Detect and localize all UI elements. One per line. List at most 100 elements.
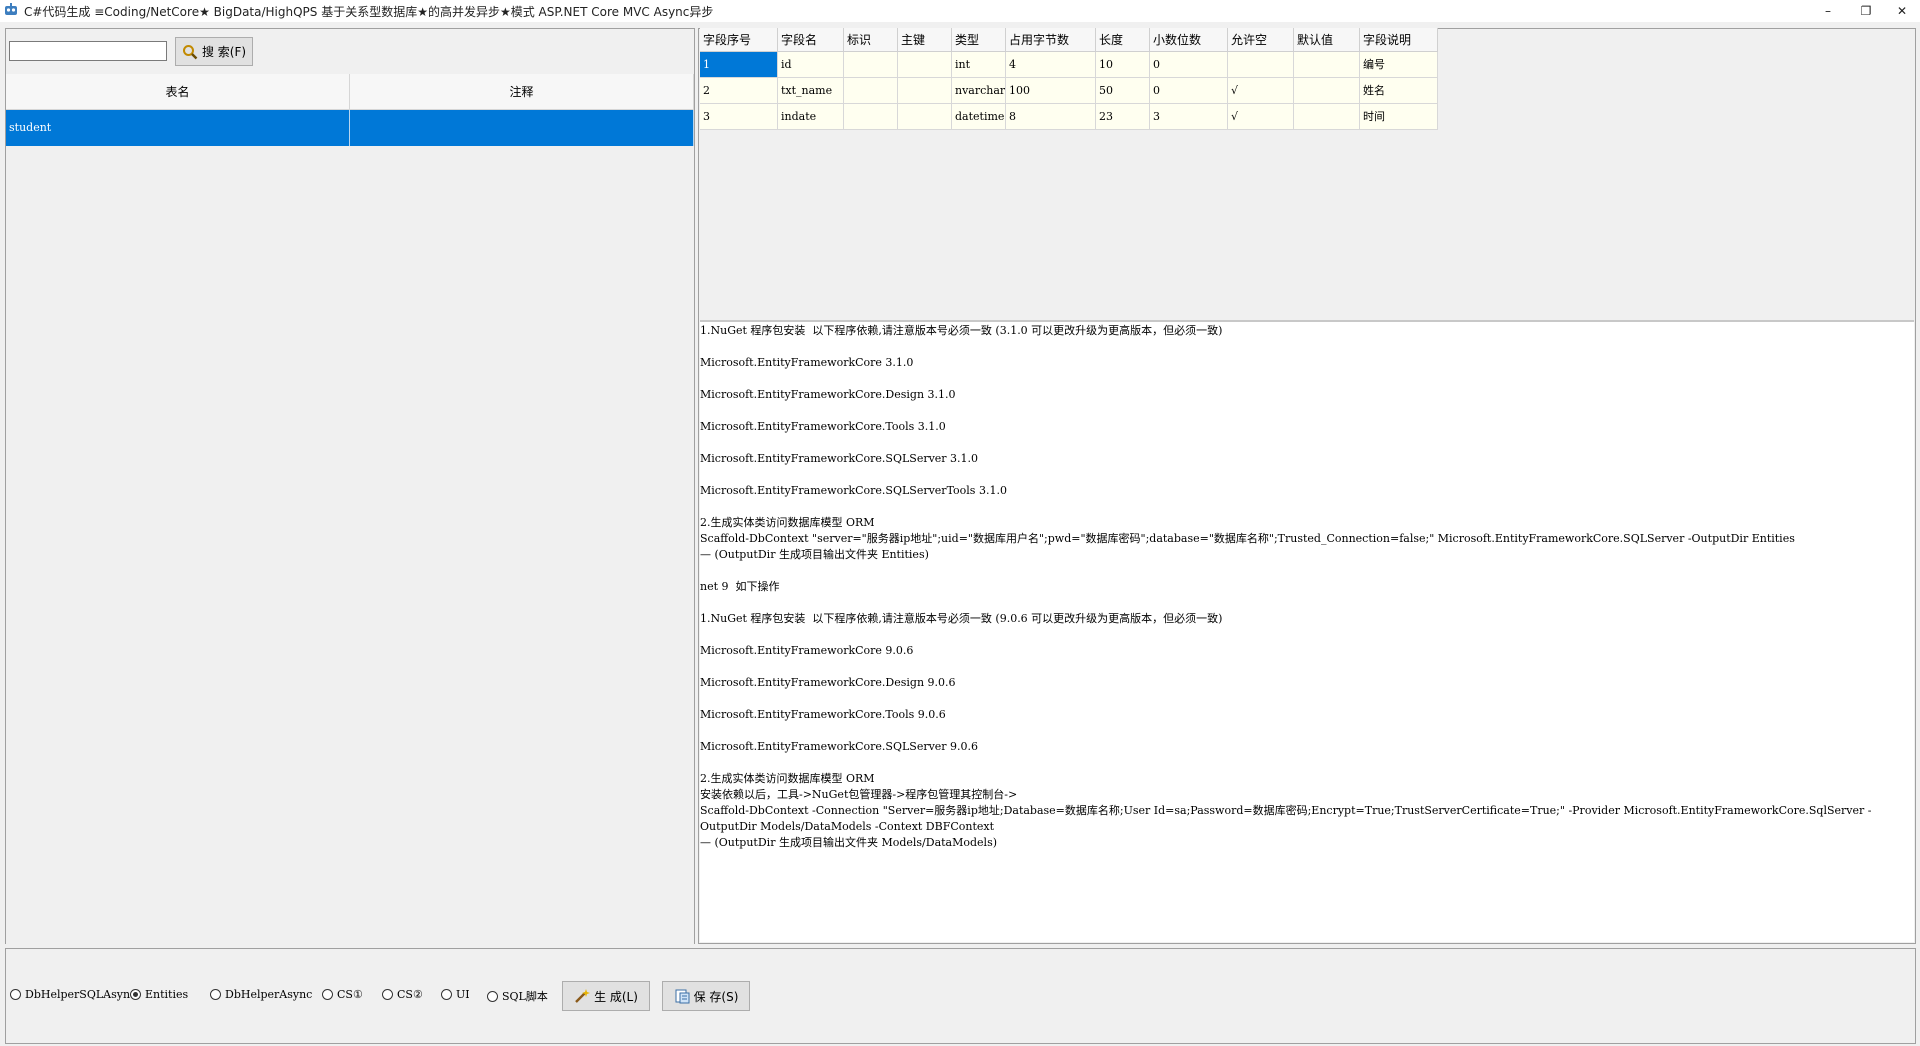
window-title: C#代码生成 ≡Coding/NetCore★ BigData/HighQPS … [24,5,714,19]
code-line: Scaffold-DbContext "server="服务器ip地址";uid… [700,532,1795,545]
column-header-primary-key[interactable]: 主键 [898,28,952,52]
code-line: net 9 如下操作 [700,580,780,593]
cell-identity[interactable] [844,78,898,104]
cell-field-name[interactable]: indate [778,104,844,130]
radio-circle-icon[interactable] [130,989,141,1000]
code-line: Scaffold-DbContext -Connection "Server=服… [700,804,1872,817]
cell-description[interactable]: 编号 [1360,52,1438,78]
cell-description[interactable]: 时间 [1360,104,1438,130]
cell-nullable[interactable]: √ [1228,104,1294,130]
code-line: Microsoft.EntityFrameworkCore.Tools 9.0.… [700,708,946,721]
radio-circle-icon[interactable] [210,989,221,1000]
cell-bytes[interactable]: 100 [1006,78,1096,104]
cell-type[interactable]: datetime [952,104,1006,130]
column-header-field-index[interactable]: 字段序号 [700,28,778,52]
radio-circle-icon[interactable] [441,989,452,1000]
minimize-button[interactable]: – [1808,0,1848,22]
cell-field-name[interactable]: txt_name [778,78,844,104]
search-input[interactable] [9,41,167,61]
option-radio-5[interactable]: UI [441,988,470,1001]
generate-button[interactable]: 生 成(L) [562,981,650,1011]
cell-field-index[interactable]: 3 [700,104,778,130]
cell-bytes[interactable]: 8 [1006,104,1096,130]
option-radio-4[interactable]: CS② [382,988,423,1001]
search-button[interactable]: 搜 索(F) [175,37,253,66]
option-label: CS② [397,988,423,1001]
cell-nullable[interactable] [1228,52,1294,78]
table-row[interactable]: student [6,110,694,146]
cell-default-value[interactable] [1294,78,1360,104]
magnifier-icon [182,44,198,59]
column-header-nullable[interactable]: 允许空 [1228,28,1294,52]
code-line: Microsoft.EntityFrameworkCore.Design 9.0… [700,676,956,689]
option-label: SQL脚本 [502,990,548,1003]
cell-length[interactable]: 10 [1096,52,1150,78]
column-header-type[interactable]: 类型 [952,28,1006,52]
cell-identity[interactable] [844,104,898,130]
cell-field-index[interactable]: 2 [700,78,778,104]
column-header-field-name[interactable]: 字段名 [778,28,844,52]
code-line: Microsoft.EntityFrameworkCore.SQLServer … [700,740,979,753]
cell-decimals[interactable]: 0 [1150,52,1228,78]
save-button[interactable]: 保 存(S) [662,981,750,1011]
table-name-cell[interactable]: student [6,110,350,146]
cell-type[interactable]: int [952,52,1006,78]
cell-length[interactable]: 23 [1096,104,1150,130]
option-radio-1[interactable]: Entities [130,988,188,1001]
cell-primary-key[interactable] [898,52,952,78]
column-header-identity[interactable]: 标识 [844,28,898,52]
radio-circle-icon[interactable] [322,989,333,1000]
column-header-bytes[interactable]: 占用字节数 [1006,28,1096,52]
table-comment-cell[interactable] [350,110,694,146]
code-line: Microsoft.EntityFrameworkCore.Design 3.1… [700,388,956,401]
cell-type[interactable]: nvarchar [952,78,1006,104]
cell-field-index[interactable]: 1 [700,52,778,78]
cell-field-name[interactable]: id [778,52,844,78]
cell-nullable[interactable]: √ [1228,78,1294,104]
column-header-decimals[interactable]: 小数位数 [1150,28,1228,52]
radio-circle-icon[interactable] [10,989,21,1000]
column-header-description[interactable]: 字段说明 [1360,28,1438,52]
code-output[interactable]: 1.NuGet 程序包安装 以下程序依赖,请注意版本号必须一致 (3.1.0 可… [700,320,1914,942]
column-header-table-name[interactable]: 表名 [6,74,350,110]
column-header-comment[interactable]: 注释 [350,74,694,110]
code-line: 1.NuGet 程序包安装 以下程序依赖,请注意版本号必须一致 (3.1.0 可… [700,324,1223,337]
option-label: DbHelperAsync [225,988,313,1001]
option-radio-3[interactable]: CS① [322,988,363,1001]
column-header-length[interactable]: 长度 [1096,28,1150,52]
cell-length[interactable]: 50 [1096,78,1150,104]
option-label: Entities [145,988,189,1001]
cell-bytes[interactable]: 4 [1006,52,1096,78]
cell-decimals[interactable]: 0 [1150,78,1228,104]
cell-description[interactable]: 姓名 [1360,78,1438,104]
code-line: Microsoft.EntityFrameworkCore 3.1.0 [700,356,914,369]
option-radio-2[interactable]: DbHelperAsync [210,988,312,1001]
option-radio-6[interactable]: SQL脚本 [487,988,548,1004]
cell-primary-key[interactable] [898,104,952,130]
cell-decimals[interactable]: 3 [1150,104,1228,130]
column-header-default-value[interactable]: 默认值 [1294,28,1360,52]
radio-circle-icon[interactable] [382,989,393,1000]
generate-button-label: 生 成(L) [594,989,638,1004]
radio-circle-icon[interactable] [487,990,498,1002]
option-radio-0[interactable]: DbHelperSQLAsyn [10,988,130,1001]
close-button[interactable]: ✕ [1882,0,1920,22]
code-line: Microsoft.EntityFrameworkCore 9.0.6 [700,644,914,657]
search-button-label: 搜 索(F) [201,45,247,59]
cell-identity[interactable] [844,52,898,78]
restore-button[interactable]: ❐ [1846,0,1886,22]
cell-default-value[interactable] [1294,104,1360,130]
table-list-grid[interactable]: 表名 注释 student [6,74,694,944]
cell-primary-key[interactable] [898,78,952,104]
title-bar: C#代码生成 ≡Coding/NetCore★ BigData/HighQPS … [0,0,1920,22]
code-line: Microsoft.EntityFrameworkCore.SQLServerT… [700,484,1007,497]
cell-default-value[interactable] [1294,52,1360,78]
